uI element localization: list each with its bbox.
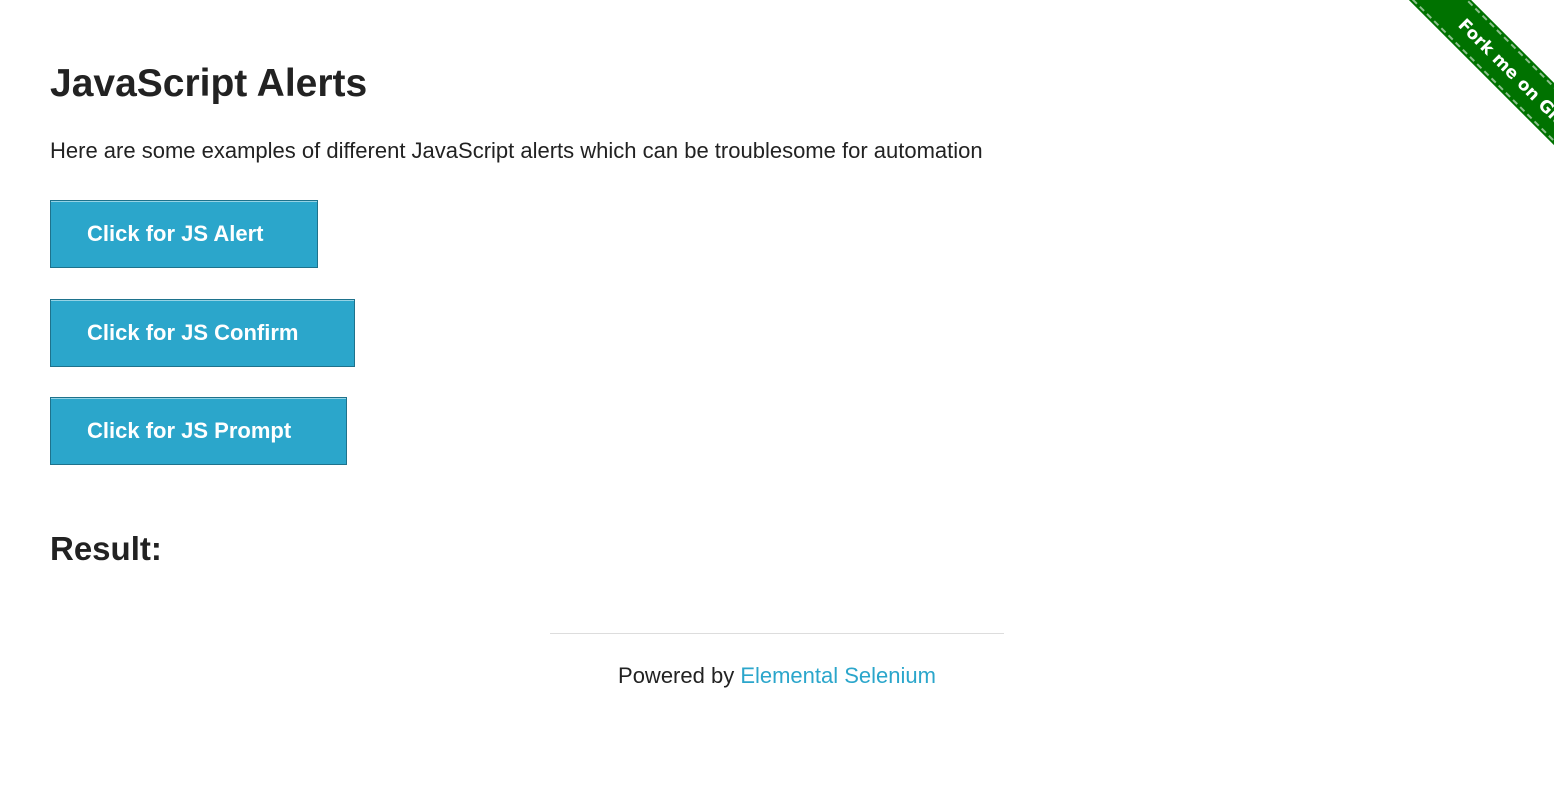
js-alert-button[interactable]: Click for JS Alert <box>50 200 318 268</box>
page-description: Here are some examples of different Java… <box>50 138 983 163</box>
js-prompt-button[interactable]: Click for JS Prompt <box>50 397 347 465</box>
result-heading: Result: <box>50 530 162 567</box>
js-confirm-button[interactable]: Click for JS Confirm <box>50 299 355 367</box>
github-ribbon-container: Fork me on GitHub <box>1344 0 1554 210</box>
page-footer: Powered by Elemental Selenium <box>0 662 1554 690</box>
page: JavaScript Alerts Here are some examples… <box>0 0 1554 794</box>
page-title: JavaScript Alerts <box>50 62 368 105</box>
elemental-selenium-link[interactable]: Elemental Selenium <box>740 663 936 688</box>
footer-powered-by-label: Powered by <box>618 663 741 688</box>
fork-me-on-github-ribbon[interactable]: Fork me on GitHub <box>1404 0 1554 206</box>
footer-divider <box>550 633 1004 634</box>
